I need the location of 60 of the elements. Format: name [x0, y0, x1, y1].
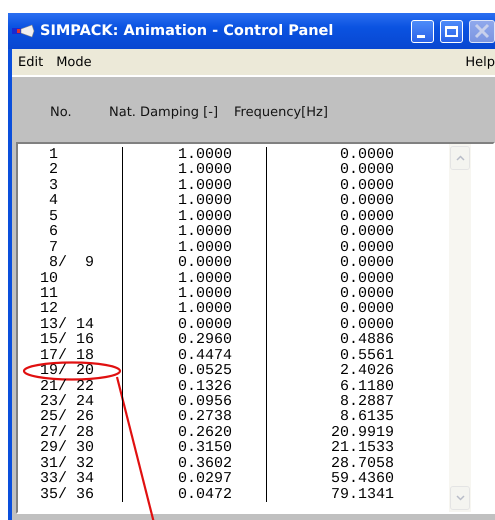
maximize-button[interactable] [440, 20, 463, 42]
table-cell: 0.0297 [122, 471, 266, 487]
table-cell: 25/ 26 [40, 408, 94, 426]
table-cell: 1.0000 [122, 224, 266, 240]
table-cell: 19/ 20 [40, 362, 94, 380]
table-cell: 1.0000 [122, 178, 266, 194]
table-cell: 27/ 28 [40, 424, 94, 441]
table-cell: 0.0525 [122, 363, 266, 379]
table-cell: 1.0000 [122, 162, 266, 178]
close-icon [474, 23, 490, 39]
close-button[interactable] [469, 20, 495, 42]
table-cell: 0.1326 [122, 378, 266, 394]
window-title: SIMPACK: Animation - Control Panel [40, 23, 334, 39]
table-cell: 0.2738 [122, 409, 266, 425]
table-cell: 33/ 34 [40, 470, 94, 488]
table-cell: 7 [49, 238, 58, 256]
chevron-down-icon [456, 495, 464, 501]
table-cell: 17/ 18 [40, 346, 94, 364]
table-cell: 4 [49, 192, 58, 210]
table-cell: 0.3150 [122, 440, 266, 456]
table-cell: 21/ 22 [40, 378, 94, 395]
column-header: Frequency[Hz] [234, 104, 328, 120]
table-cell: 8/ 9 [49, 254, 94, 272]
table-cell: 29/ 30 [40, 439, 94, 456]
table-cell: 1.0000 [122, 270, 266, 286]
table-cell: 0.2960 [122, 332, 266, 348]
column-header: Nat. Damping [-] [109, 104, 220, 120]
table-cell: 11 [40, 284, 58, 302]
menu-item[interactable]: Edit [12, 54, 50, 70]
chevron-up-icon [456, 155, 464, 161]
table-cell: 6 [49, 223, 58, 240]
table-cell: 0.0956 [122, 394, 266, 410]
table-cell: 12 [40, 300, 58, 318]
table-cell: 31/ 32 [40, 454, 94, 472]
table-cell: 0.3602 [122, 456, 266, 472]
column-header: No. [50, 104, 73, 120]
table-cell: 0.0000 [122, 255, 266, 270]
table-cell: 1.0000 [122, 193, 266, 209]
table-cell: 3 [49, 176, 58, 194]
table-cell: 1.0000 [122, 286, 266, 302]
menu-item[interactable]: Help [459, 54, 495, 70]
table-cell: 13/ 14 [40, 316, 94, 333]
table-cell: 1 [49, 146, 58, 163]
table-cell: 5 [49, 208, 58, 225]
table-cell: 1.0000 [122, 208, 266, 224]
table-cell: 1.0000 [122, 301, 266, 317]
app-icon [12, 24, 36, 38]
table-cell: 23/ 24 [40, 393, 94, 410]
table-cell: 2 [49, 161, 58, 178]
minimize-button[interactable] [411, 20, 434, 42]
table-cell: 0.2620 [122, 424, 266, 440]
menu-item[interactable]: Mode [50, 54, 99, 70]
table-cell: 35/ 36 [40, 486, 94, 503]
table-cell: 10 [40, 270, 58, 286]
table-cell: 1.0000 [122, 147, 266, 162]
table-cell: 1.0000 [122, 240, 266, 256]
table-cell: 0.0000 [122, 316, 266, 332]
table-cell: 15/ 16 [40, 331, 94, 348]
table-cell: 0.4474 [122, 348, 266, 364]
table-cell: 0.0472 [122, 486, 266, 502]
